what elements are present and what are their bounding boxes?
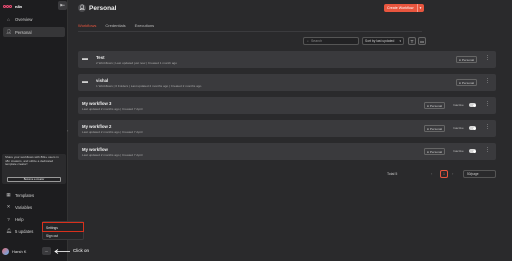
chevron-down-icon: ▾ — [399, 39, 401, 43]
active-toggle[interactable] — [469, 103, 476, 107]
sidebar-item-overview[interactable]: ⌂ Overview — [3, 14, 65, 24]
workflow-meta: Last updated 2 months ago | Created 7 Ap… — [82, 130, 143, 134]
workflow-name: My workflow 3 — [82, 101, 112, 106]
search-placeholder: Search — [310, 39, 323, 43]
user-icon: ● — [427, 103, 429, 108]
owner-label: Personal — [461, 80, 475, 85]
workflow-card[interactable]: My workflow Last updated 2 months ago | … — [78, 143, 496, 160]
create-workflow-button[interactable]: Create Workflow ▾ — [384, 4, 424, 12]
workflow-status: Inactive — [453, 149, 464, 153]
owner-badge: ● Personal — [424, 125, 446, 132]
promo-text: Share your workflows with 80k+ users in … — [5, 155, 59, 167]
folder-meta: 1 Workflows | 0 Folders | Last updated 2… — [96, 84, 202, 88]
workflow-name: My workflow — [82, 147, 108, 152]
more-options-icon[interactable]: ⋮ — [485, 101, 490, 107]
sidebar-item-label: Overview — [15, 16, 33, 22]
user-icon: ● — [427, 149, 429, 154]
sidebar-item-templates[interactable]: ▦ Templates — [3, 190, 65, 200]
folder-name: vishal — [96, 78, 109, 83]
workflow-status: Inactive — [453, 126, 464, 130]
chevron-down-icon[interactable]: ▾ — [417, 4, 423, 12]
collapse-sidebar-button[interactable]: ⇤ — [58, 1, 67, 10]
logo-text: n8n — [15, 4, 23, 9]
sidebar-item-personal[interactable]: 👤︎ Personal — [3, 27, 65, 37]
create-workflow-label: Create Workflow — [387, 6, 414, 10]
variables-icon: ✕ — [6, 204, 11, 209]
workflow-name: My workflow 2 — [82, 124, 112, 129]
folder-card[interactable]: ▬ Test 2 Workflows | Last updated just n… — [78, 51, 496, 68]
folder-plus-icon: ▭ — [420, 38, 424, 44]
new-folder-button[interactable]: ▭ — [418, 37, 426, 45]
app-window: n8n ⇤ ⌂ Overview 👤︎ Personal ‹ Share you… — [0, 0, 512, 261]
sidebar-item-label: Help — [15, 216, 24, 222]
more-options-icon[interactable]: ⋮ — [485, 55, 490, 61]
folder-icon: ▬ — [82, 56, 88, 62]
n8n-logo-icon — [3, 4, 12, 9]
workflow-status: Inactive — [453, 103, 464, 107]
user-icon: 👤︎ — [78, 4, 86, 12]
bell-icon: 🔔︎ — [6, 228, 12, 233]
page-size-value: 50/page — [467, 172, 479, 176]
user-icon: ● — [459, 80, 461, 85]
owner-label: Personal — [429, 126, 443, 131]
sidebar-resize-handle[interactable]: ‹ — [67, 128, 68, 133]
workflow-card[interactable]: My workflow 2 Last updated 2 months ago … — [78, 120, 496, 137]
creator-promo: Share your workflows with 80k+ users in … — [2, 154, 66, 184]
user-name: Harsh K — [12, 248, 27, 254]
filter-icon: ⊤ — [410, 38, 414, 44]
workflow-meta: Last updated 2 months ago | Created 7 Ap… — [82, 107, 143, 111]
more-options-icon[interactable]: ⋮ — [485, 124, 490, 130]
logo: n8n — [3, 2, 22, 11]
sidebar-item-label: 5 updates — [15, 228, 34, 234]
user-icon: ● — [427, 126, 429, 131]
sidebar-item-label: Variables — [15, 204, 33, 210]
total-count: Total 5 — [387, 172, 398, 176]
owner-badge: ● Personal — [424, 102, 446, 109]
user-icon: 👤︎ — [6, 29, 12, 34]
owner-label: Personal — [429, 103, 443, 108]
next-page-icon[interactable]: › — [452, 171, 453, 176]
owner-badge: ● Personal — [424, 148, 446, 155]
search-icon: ⌕ — [307, 39, 309, 43]
page-title: 👤︎ Personal — [78, 4, 116, 12]
folder-card[interactable]: ▬ vishal 1 Workflows | 0 Folders | Last … — [78, 74, 496, 91]
arrow-left-icon: ⇤ — [59, 3, 66, 9]
workflow-meta: Last updated 2 months ago | Created 7 Ap… — [82, 153, 143, 157]
sort-value: Sort by last updated — [365, 39, 395, 43]
sidebar-item-variables[interactable]: ✕ Variables — [3, 202, 65, 212]
templates-icon: ▦ — [6, 192, 11, 197]
filter-button[interactable]: ⊤ — [408, 37, 416, 45]
sidebar-item-label: Personal — [15, 29, 32, 35]
prev-page-icon[interactable]: ‹ — [431, 171, 432, 176]
owner-badge: ● Personal — [456, 79, 478, 86]
user-icon: ● — [459, 57, 461, 62]
more-options-icon[interactable]: ⋮ — [485, 147, 490, 153]
owner-label: Personal — [461, 57, 475, 62]
user-menu-button[interactable]: ··· — [42, 247, 51, 255]
home-icon: ⌂ — [7, 16, 10, 22]
workflow-card[interactable]: My workflow 3 Last updated 2 months ago … — [78, 97, 496, 114]
page-title-text: Personal — [89, 4, 117, 12]
active-toggle[interactable] — [469, 126, 476, 130]
become-creator-button[interactable]: Become a creator — [7, 177, 61, 182]
more-options-icon[interactable]: ⋮ — [485, 78, 490, 84]
sidebar-item-label: Templates — [15, 192, 35, 198]
active-toggle[interactable] — [469, 149, 476, 153]
sort-select[interactable]: Sort by last updated ▾ — [362, 37, 404, 45]
search-input[interactable]: ⌕ Search — [303, 37, 359, 45]
menu-item-sign-out[interactable]: Sign out — [46, 234, 58, 238]
tabs-divider — [78, 31, 422, 32]
settings-highlight-box — [42, 222, 84, 232]
avatar — [2, 247, 9, 255]
owner-badge: ● Personal — [456, 56, 478, 63]
annotation-arrow-icon — [54, 249, 70, 254]
page-size-select[interactable]: 50/page — [463, 170, 496, 178]
page-number[interactable]: 1 — [440, 170, 448, 178]
folder-meta: 2 Workflows | Last updated just now | Cr… — [96, 61, 178, 65]
annotation-label: Click on — [73, 248, 90, 253]
folder-icon: ▬ — [82, 79, 88, 85]
folder-name: Test — [96, 55, 105, 60]
help-icon: ? — [7, 216, 10, 222]
owner-label: Personal — [429, 149, 443, 154]
